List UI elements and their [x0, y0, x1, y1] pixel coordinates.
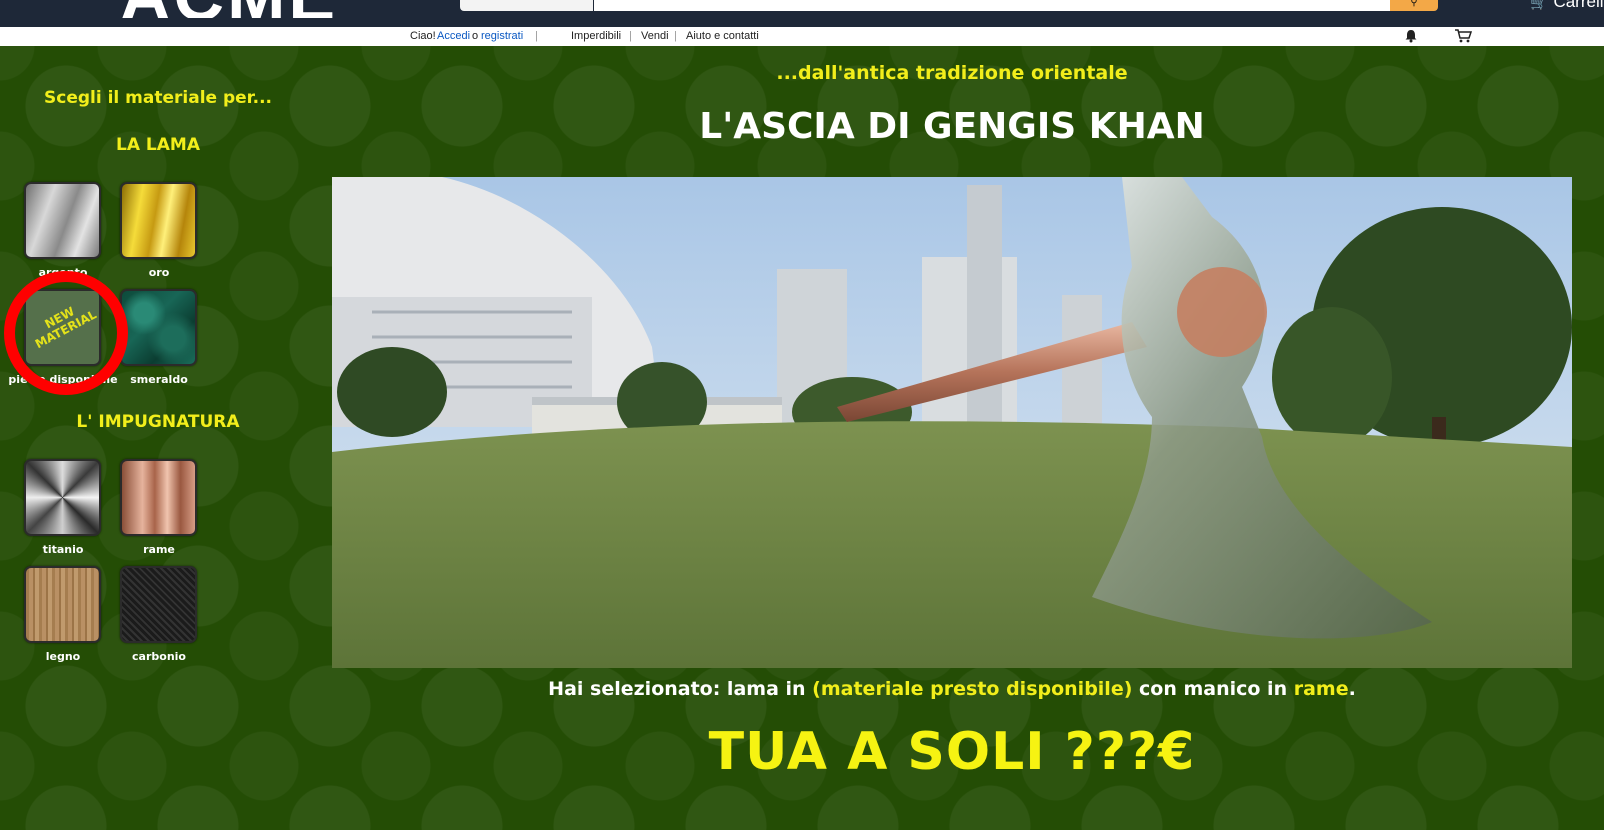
search-input[interactable] — [594, 0, 1390, 11]
product-title: L'ASCIA DI GENGIS KHAN — [699, 106, 1205, 147]
selection-suffix: . — [1348, 678, 1356, 700]
swatch-label-argento: argento — [38, 266, 88, 279]
swatch-new-material[interactable]: NEW MATERIAL — [24, 289, 101, 366]
cart-icon: 🛒 — [1530, 0, 1548, 10]
swatch-rame[interactable] — [120, 459, 197, 536]
search-icon: ⚲ — [1410, 0, 1418, 8]
swatch-label-oro: oro — [148, 266, 170, 279]
divider: | — [629, 30, 632, 42]
sub-navigation: Ciao! Accedi o registrati | Imperdibili … — [0, 27, 1604, 46]
login-link[interactable]: Accedi — [437, 30, 470, 42]
search-category-select[interactable] — [460, 0, 593, 11]
or-text: o — [472, 30, 479, 42]
cart-icon[interactable] — [1454, 29, 1472, 43]
swatch-label-titanio: titanio — [42, 543, 84, 556]
swatch-label-smeraldo: smeraldo — [130, 373, 188, 386]
swatch-label-legno: legno — [45, 650, 81, 663]
register-link[interactable]: registrati — [481, 30, 523, 42]
handle-heading: L' IMPUGNATURA — [76, 412, 240, 432]
new-material-badge: NEW MATERIAL — [32, 304, 99, 352]
site-logo[interactable]: ACME — [120, 0, 375, 18]
selection-handle: rame — [1293, 678, 1349, 700]
selection-middle: con manico in — [1132, 678, 1294, 700]
cart-label: Carrello — [1553, 0, 1604, 11]
swatch-titanio[interactable] — [24, 459, 101, 536]
selection-prefix: Hai selezionato: lama in — [548, 678, 813, 700]
divider: | — [535, 30, 538, 42]
swatch-legno[interactable] — [24, 566, 101, 643]
product-subtitle: ...dall'antica tradizione orientale — [776, 62, 1128, 84]
swatch-label-rame: rame — [143, 543, 175, 556]
product-3d-viewer[interactable] — [332, 177, 1572, 668]
cart-link[interactable]: 🛒 Carrello — [1530, 0, 1604, 12]
swatch-oro[interactable] — [120, 182, 197, 259]
selection-blade: (materiale presto disponibile) — [812, 678, 1133, 700]
bell-icon[interactable] — [1404, 29, 1418, 43]
blade-heading: LA LAMA — [116, 135, 200, 155]
swatch-label-new-material: pietra disponibile — [8, 373, 118, 386]
swatch-argento[interactable] — [24, 182, 101, 259]
greeting-text: Ciao! — [410, 30, 436, 42]
divider: | — [674, 30, 677, 42]
nav-link-aiuto[interactable]: Aiuto e contatti — [686, 30, 759, 42]
nav-link-imperdibili[interactable]: Imperdibili — [571, 30, 621, 42]
axe-scene-image — [332, 177, 1572, 668]
nav-link-vendi[interactable]: Vendi — [641, 30, 669, 42]
swatch-smeraldo[interactable] — [120, 289, 197, 366]
top-bar: ACME ⚲ 🛒 Carrello — [0, 0, 1604, 27]
selection-summary: Hai selezionato: lama in (materiale pres… — [332, 678, 1572, 700]
material-chooser-intro: Scegli il materiale per... — [44, 88, 272, 108]
search-button[interactable]: ⚲ — [1390, 0, 1438, 11]
price-text: TUA A SOLI ???€ — [708, 722, 1196, 782]
swatch-label-carbonio: carbonio — [132, 650, 186, 663]
swatch-carbonio[interactable] — [120, 566, 197, 643]
